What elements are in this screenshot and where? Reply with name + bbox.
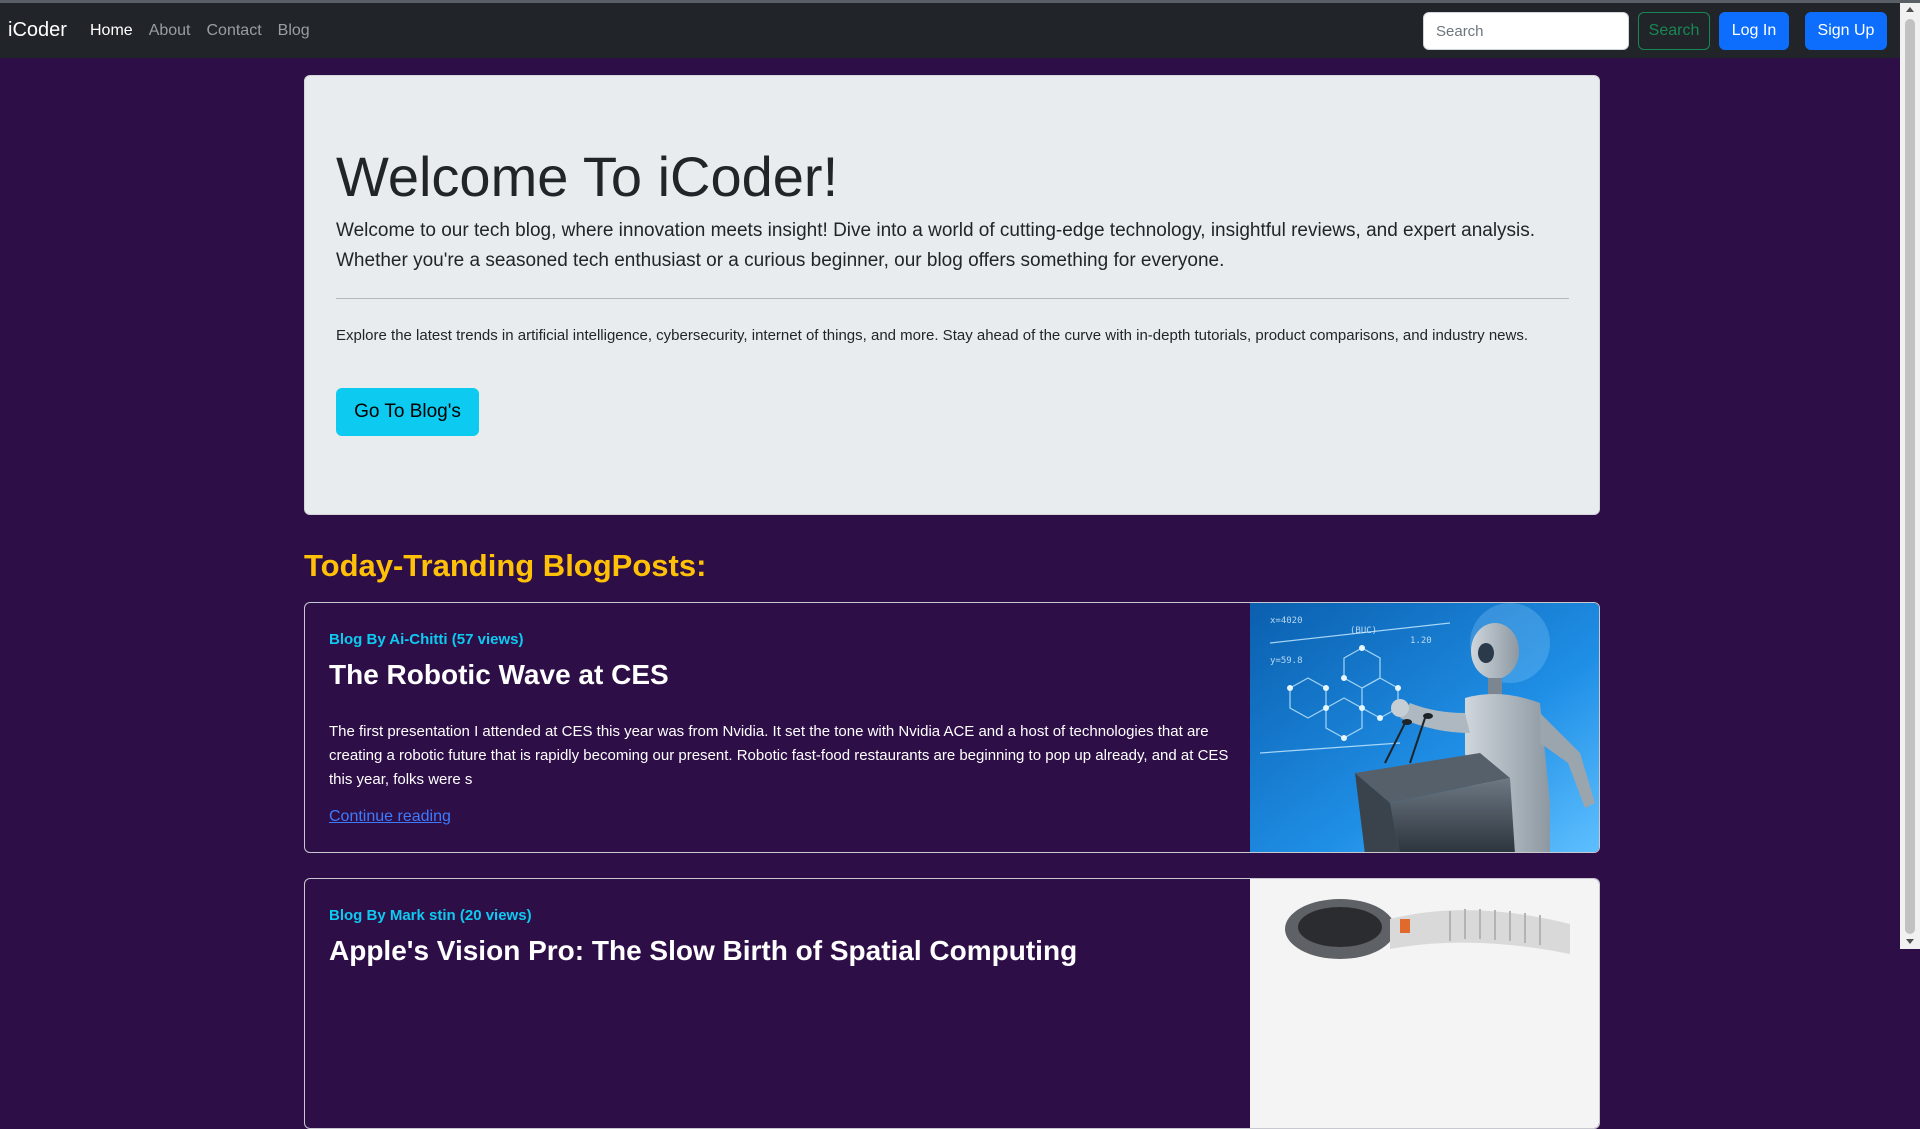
nav-contact-link[interactable]: Contact: [207, 22, 262, 40]
post-title: Apple's Vision Pro: The Slow Birth of Sp…: [329, 935, 1078, 966]
nav-home-link[interactable]: Home: [90, 22, 133, 40]
signup-button[interactable]: Sign Up: [1805, 12, 1887, 50]
hero-lead-text: Welcome to our tech blog, where innovati…: [336, 220, 1536, 271]
hero-divider: [336, 298, 1569, 299]
page-scrollbar[interactable]: [1900, 3, 1920, 949]
navbar: iCoder Home About Contact Blog Search Lo…: [0, 3, 1900, 58]
post-thumbnail-robot[interactable]: x=4020 (BUC) 1.20 y=59.8: [1250, 603, 1599, 852]
hero-jumbotron: Welcome To iCoder! Welcome to our tech b…: [304, 75, 1600, 515]
blog-post-card: Blog By Ai-Chitti (57 views) The Robotic…: [304, 602, 1600, 853]
post-excerpt: The first presentation I attended at CES…: [329, 723, 1229, 788]
post-author: Blog By Mark stin (20 views): [329, 907, 532, 924]
hero-body-text: Explore the latest trends in artificial …: [336, 327, 1529, 344]
search-input[interactable]: [1423, 12, 1629, 50]
post-thumbnail-vision-pro[interactable]: [1250, 879, 1599, 1128]
chevron-up-icon[interactable]: [1906, 7, 1914, 12]
nav-about-link[interactable]: About: [149, 22, 191, 40]
hero-title: Welcome To iCoder!: [336, 145, 839, 208]
nav-blog-link[interactable]: Blog: [278, 22, 310, 40]
svg-text:y=59.8: y=59.8: [1270, 656, 1303, 666]
chevron-down-icon[interactable]: [1906, 939, 1914, 944]
nav-links: Home About Contact Blog: [90, 22, 310, 40]
trending-heading: Today-Tranding BlogPosts:: [304, 548, 707, 583]
svg-text:(BUC): (BUC): [1350, 626, 1377, 636]
search-button[interactable]: Search: [1638, 12, 1710, 50]
scrollbar-thumb[interactable]: [1905, 19, 1915, 934]
svg-text:x=4020: x=4020: [1270, 616, 1303, 626]
svg-text:1.20: 1.20: [1410, 636, 1432, 646]
brand-logo[interactable]: iCoder: [8, 19, 67, 42]
continue-reading-link[interactable]: Continue reading: [329, 808, 451, 826]
go-to-blogs-button[interactable]: Go To Blog's: [336, 388, 479, 436]
blog-post-card: Blog By Mark stin (20 views) Apple's Vis…: [304, 878, 1600, 1129]
post-author: Blog By Ai-Chitti (57 views): [329, 631, 524, 648]
post-title: The Robotic Wave at CES: [329, 659, 669, 690]
login-button[interactable]: Log In: [1719, 12, 1789, 50]
